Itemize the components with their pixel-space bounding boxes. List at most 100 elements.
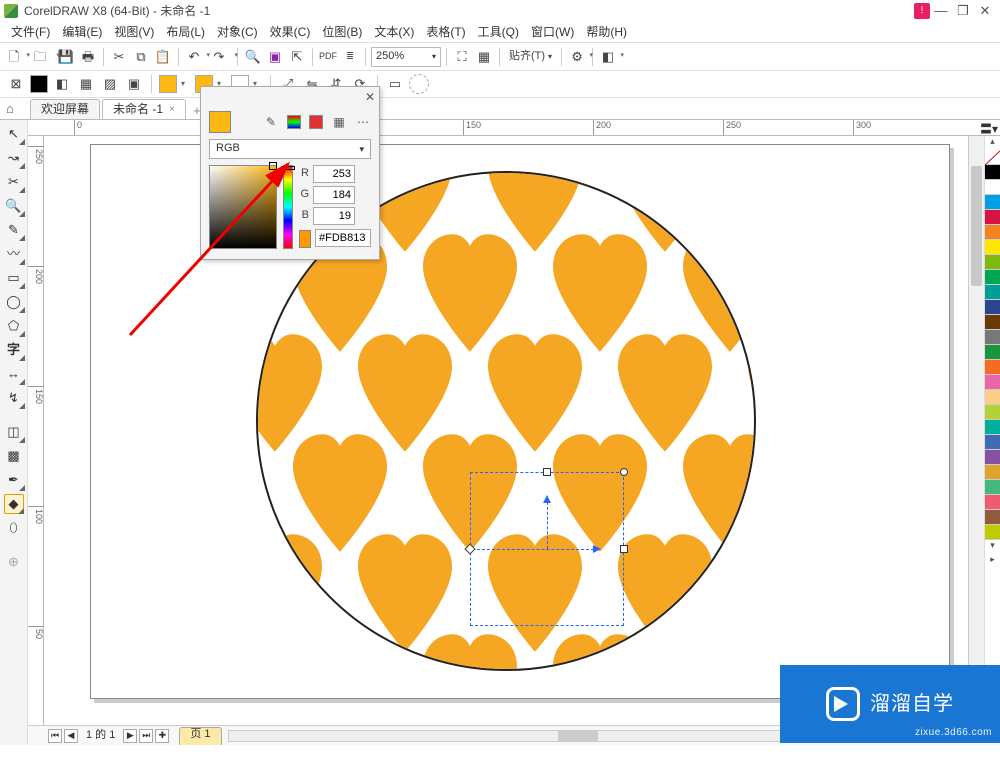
postscript-fill-icon[interactable]: ▣ bbox=[124, 74, 144, 94]
ruler-vertical[interactable]: 250 200 150 100 50 bbox=[28, 136, 44, 725]
redo-button[interactable]: ↷▾ bbox=[206, 47, 232, 67]
new-button[interactable]: 🗋▾ bbox=[4, 47, 24, 67]
snap-dropdown[interactable]: 贴齐(T) ▾ bbox=[505, 47, 556, 67]
picker-close-icon[interactable]: ✕ bbox=[365, 90, 375, 104]
text-tool[interactable]: 字 bbox=[4, 340, 24, 360]
pattern-fill-icon[interactable]: ▦ bbox=[76, 74, 96, 94]
selection-handle-right[interactable] bbox=[620, 545, 628, 553]
ruler-options-icon[interactable]: 〓▾ bbox=[980, 122, 998, 136]
palette-swatch[interactable] bbox=[985, 390, 1000, 405]
paste-button[interactable]: 📋 bbox=[153, 47, 173, 67]
hue-slider[interactable] bbox=[283, 165, 293, 249]
palette-swatch[interactable] bbox=[985, 420, 1000, 435]
launch-button[interactable]: ◧▾ bbox=[598, 47, 618, 67]
ruler-horizontal[interactable]: 0 50 100 150 200 250 300 〓▾ bbox=[28, 120, 1000, 136]
palette-up-button[interactable]: ▴ bbox=[985, 136, 1000, 150]
palette-swatch[interactable] bbox=[985, 405, 1000, 420]
prev-page-button[interactable]: ◀ bbox=[64, 729, 78, 743]
vertical-scrollbar[interactable] bbox=[968, 136, 984, 725]
texture-fill-icon[interactable]: ▨ bbox=[100, 74, 120, 94]
palette-swatch[interactable] bbox=[985, 165, 1000, 180]
freehand-tool[interactable]: ✎ bbox=[4, 220, 24, 240]
tab-document[interactable]: 未命名 -1× bbox=[102, 99, 186, 119]
palette-swatch[interactable] bbox=[985, 225, 1000, 240]
cut-button[interactable]: ✂ bbox=[109, 47, 129, 67]
eyedropper-icon[interactable]: ✎ bbox=[263, 114, 279, 130]
palette-swatch[interactable] bbox=[985, 180, 1000, 195]
canvas[interactable] bbox=[44, 136, 968, 725]
search-button[interactable]: 🔍 bbox=[243, 47, 263, 67]
zoom-tool[interactable]: 🔍 bbox=[4, 196, 24, 216]
export-button[interactable]: ⇱ bbox=[287, 47, 307, 67]
palette-swatch[interactable] bbox=[985, 525, 1000, 540]
uniform-fill-swatch[interactable] bbox=[30, 75, 48, 93]
dropshadow-tool[interactable]: ◫ bbox=[4, 422, 24, 442]
color-viewers-icon[interactable] bbox=[309, 115, 323, 129]
open-button[interactable]: 🗀▾ bbox=[26, 47, 54, 67]
polygon-tool[interactable]: ⬠ bbox=[4, 316, 24, 336]
wrap-icon[interactable] bbox=[409, 74, 429, 94]
palette-swatch[interactable] bbox=[985, 285, 1000, 300]
connector-tool[interactable]: ↯ bbox=[4, 388, 24, 408]
color-model-dropdown[interactable]: RGB▾ bbox=[209, 139, 371, 159]
palette-swatch[interactable] bbox=[985, 330, 1000, 345]
ellipse-tool[interactable]: ◯ bbox=[4, 292, 24, 312]
notification-badge-icon[interactable]: ! bbox=[914, 3, 930, 19]
palette-down-button[interactable]: ▾ bbox=[985, 540, 1000, 554]
save-button[interactable]: 💾 bbox=[56, 47, 76, 67]
color-r-input[interactable] bbox=[313, 165, 355, 183]
fill-tile-selection[interactable] bbox=[470, 472, 624, 626]
fountain-fill-icon[interactable]: ◧ bbox=[52, 74, 72, 94]
palette-swatch[interactable] bbox=[985, 480, 1000, 495]
eyedropper-tool[interactable]: ✒ bbox=[4, 470, 24, 490]
menu-object[interactable]: 对象(C) bbox=[212, 23, 263, 41]
color-g-input[interactable] bbox=[313, 186, 355, 204]
crop-tool[interactable]: ✂ bbox=[4, 172, 24, 192]
menu-layout[interactable]: 布局(L) bbox=[161, 23, 210, 41]
palette-swatch[interactable] bbox=[985, 510, 1000, 525]
palette-no-color[interactable] bbox=[985, 150, 1000, 165]
last-page-button[interactable]: ⏭ bbox=[139, 729, 153, 743]
menu-table[interactable]: 表格(T) bbox=[421, 23, 470, 41]
two-color-front-swatch[interactable] bbox=[159, 75, 177, 93]
palette-flyout-button[interactable]: ▸ bbox=[985, 554, 1000, 568]
menu-view[interactable]: 视图(V) bbox=[109, 23, 159, 41]
color-gradient-field[interactable] bbox=[209, 165, 277, 249]
next-page-button[interactable]: ▶ bbox=[123, 729, 137, 743]
zoom-level-input[interactable]: 250%▾ bbox=[371, 47, 441, 67]
publish-html-button[interactable]: ≣ bbox=[340, 47, 360, 67]
palette-swatch[interactable] bbox=[985, 345, 1000, 360]
rulers-button[interactable]: ▦ bbox=[474, 47, 494, 67]
palette-swatch[interactable] bbox=[985, 360, 1000, 375]
color-b-input[interactable] bbox=[313, 207, 355, 225]
selection-handle-corner[interactable] bbox=[620, 468, 628, 476]
menu-tools[interactable]: 工具(Q) bbox=[473, 23, 524, 41]
selection-handle-top[interactable] bbox=[543, 468, 551, 476]
first-page-button[interactable]: ⏮ bbox=[48, 729, 62, 743]
shape-tool[interactable]: ↝ bbox=[4, 148, 24, 168]
color-hex-input[interactable] bbox=[315, 229, 371, 247]
color-palettes-icon[interactable]: ▦ bbox=[331, 114, 347, 130]
dimension-tool[interactable]: ↔ bbox=[4, 364, 24, 384]
minimize-button[interactable]: — bbox=[930, 3, 952, 19]
menu-text[interactable]: 文本(X) bbox=[369, 23, 419, 41]
page-tab[interactable]: 页 1 bbox=[179, 727, 221, 745]
maximize-button[interactable]: ❐ bbox=[952, 3, 974, 19]
menu-window[interactable]: 窗口(W) bbox=[526, 23, 579, 41]
palette-swatch[interactable] bbox=[985, 240, 1000, 255]
rectangle-tool[interactable]: ▭ bbox=[4, 268, 24, 288]
palette-swatch[interactable] bbox=[985, 375, 1000, 390]
palette-swatch[interactable] bbox=[985, 465, 1000, 480]
menu-edit[interactable]: 编辑(E) bbox=[57, 23, 107, 41]
gradient-cursor[interactable] bbox=[269, 162, 277, 170]
close-button[interactable]: ✕ bbox=[974, 3, 996, 19]
color-sliders-icon[interactable] bbox=[287, 115, 301, 129]
publish-pdf-button[interactable]: PDF bbox=[318, 47, 338, 67]
picker-more-icon[interactable]: ⋯ bbox=[355, 114, 371, 130]
menu-bitmap[interactable]: 位图(B) bbox=[317, 23, 367, 41]
palette-swatch[interactable] bbox=[985, 495, 1000, 510]
transparency-tool[interactable]: ▩ bbox=[4, 446, 24, 466]
palette-swatch[interactable] bbox=[985, 315, 1000, 330]
palette-swatch[interactable] bbox=[985, 435, 1000, 450]
align-icon[interactable]: ▭ bbox=[385, 74, 405, 94]
